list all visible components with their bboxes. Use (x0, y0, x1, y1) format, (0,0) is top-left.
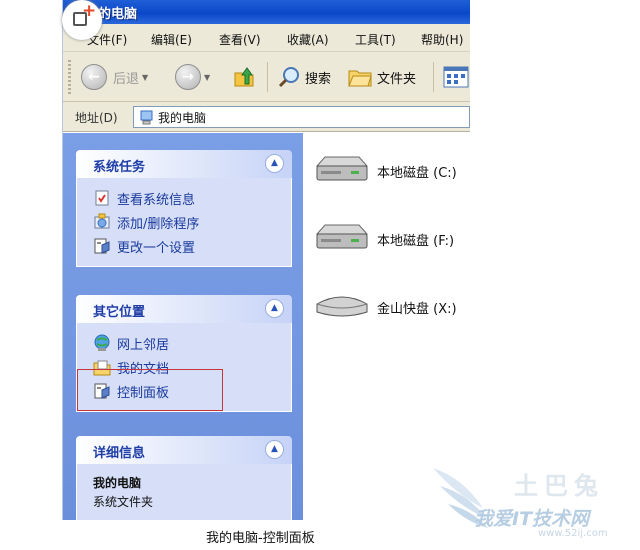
network-drive-icon (316, 296, 368, 317)
views-button[interactable] (443, 62, 469, 92)
details-type: 系统文件夹 (93, 495, 154, 509)
address-label: 地址(D) (75, 111, 118, 125)
collapse-icon[interactable]: ▲ (265, 440, 284, 459)
drive-f[interactable]: 本地磁盘 (F:) (313, 222, 454, 256)
hard-drive-icon (315, 156, 369, 181)
drive-label: 本地磁盘 (C:) (377, 165, 457, 181)
network-places-icon (94, 334, 110, 351)
control-panel-icon (94, 238, 110, 254)
watermark: 土巴兔 我爱IT技术网 www.52ij.com (428, 458, 640, 550)
title-bar[interactable]: 我的电脑 (63, 0, 470, 24)
watermark-brand: 土巴兔 (514, 472, 604, 500)
place-label: 网上邻居 (117, 337, 170, 353)
watermark-site: 我爱IT技术网 (474, 508, 590, 530)
task-add-remove-programs[interactable]: 添加/删除程序 (93, 210, 291, 234)
drive-label: 金山快盘 (X:) (377, 301, 457, 317)
folders-button[interactable]: 文件夹 (347, 62, 416, 92)
toolbar-grip[interactable] (68, 60, 71, 94)
menu-help[interactable]: 帮助(H) (421, 31, 463, 48)
folders-label: 文件夹 (377, 71, 417, 87)
add-remove-programs-icon (94, 213, 110, 229)
up-folder-button[interactable] (231, 62, 257, 92)
figure-caption: 我的电脑-控制面板 (206, 531, 315, 546)
hard-drive-icon (315, 224, 369, 249)
search-icon (278, 67, 299, 88)
drive-label: 本地磁盘 (F:) (377, 233, 455, 249)
toolbar: ← 后退 ▼ → ▼ 搜索 文件夹 (63, 52, 470, 102)
search-label: 搜索 (305, 71, 332, 87)
views-icon (443, 66, 469, 88)
my-computer-icon (140, 110, 153, 124)
address-bar: 地址(D) 我的电脑 (63, 102, 470, 132)
address-field[interactable]: 我的电脑 (133, 106, 470, 128)
system-tasks-header[interactable]: 系统任务 ▲ (76, 150, 292, 178)
back-label: 后退 (113, 71, 140, 87)
explorer-window: 我的电脑 文件(F) 编辑(E) 查看(V) 收藏(A) 工具(T) 帮助(H)… (62, 0, 470, 520)
menu-bar: 文件(F) 编辑(E) 查看(V) 收藏(A) 工具(T) 帮助(H) (63, 24, 470, 52)
back-arrow-icon: ← (81, 64, 107, 90)
other-places-header[interactable]: 其它位置 ▲ (76, 295, 292, 323)
task-label: 查看系统信息 (117, 192, 196, 208)
place-network[interactable]: 网上邻居 (93, 331, 291, 355)
system-info-icon (95, 190, 109, 206)
drive-x[interactable]: 金山快盘 (X:) (313, 290, 457, 324)
drive-c[interactable]: 本地磁盘 (C:) (313, 154, 457, 188)
details-panel: 详细信息 ▲ 我的电脑 系统文件夹 (76, 436, 292, 520)
task-label: 更改一个设置 (117, 240, 196, 256)
task-pane: 系统任务 ▲ 查看系统信息 添加/删除程序 更改一个设置 其它位置 ▲ 网上邻居… (63, 133, 303, 520)
collapse-icon[interactable]: ▲ (265, 299, 284, 318)
details-header[interactable]: 详细信息 ▲ (76, 436, 292, 464)
folders-icon (348, 70, 372, 87)
forward-button[interactable]: → ▼ (175, 62, 210, 92)
task-view-system-info[interactable]: 查看系统信息 (93, 186, 291, 210)
address-value: 我的电脑 (158, 110, 207, 125)
details-title: 详细信息 (93, 446, 146, 461)
menu-edit[interactable]: 编辑(E) (151, 31, 192, 48)
search-button[interactable]: 搜索 (277, 62, 331, 92)
back-button[interactable]: ← 后退 ▼ (81, 62, 148, 92)
details-name: 我的电脑 (93, 476, 142, 490)
watermark-url: www.52ij.com (538, 528, 608, 539)
menu-favorites[interactable]: 收藏(A) (287, 31, 329, 48)
task-label: 添加/删除程序 (117, 216, 200, 232)
screenshot: 我的电脑 文件(F) 编辑(E) 查看(V) 收藏(A) 工具(T) 帮助(H)… (0, 0, 640, 550)
app-badge-icon: + (62, 0, 102, 40)
task-change-setting[interactable]: 更改一个设置 (93, 234, 291, 258)
collapse-icon[interactable]: ▲ (265, 154, 284, 173)
system-tasks-title: 系统任务 (93, 160, 146, 175)
other-places-title: 其它位置 (93, 305, 146, 320)
menu-tools[interactable]: 工具(T) (355, 31, 396, 48)
chevron-down-icon: ▼ (142, 72, 149, 82)
up-folder-icon (234, 67, 254, 87)
forward-arrow-icon: → (175, 64, 201, 90)
system-tasks-panel: 系统任务 ▲ 查看系统信息 添加/删除程序 更改一个设置 (76, 150, 292, 267)
menu-view[interactable]: 查看(V) (219, 31, 261, 48)
chevron-down-icon: ▼ (204, 72, 211, 82)
highlight-box (77, 369, 223, 411)
